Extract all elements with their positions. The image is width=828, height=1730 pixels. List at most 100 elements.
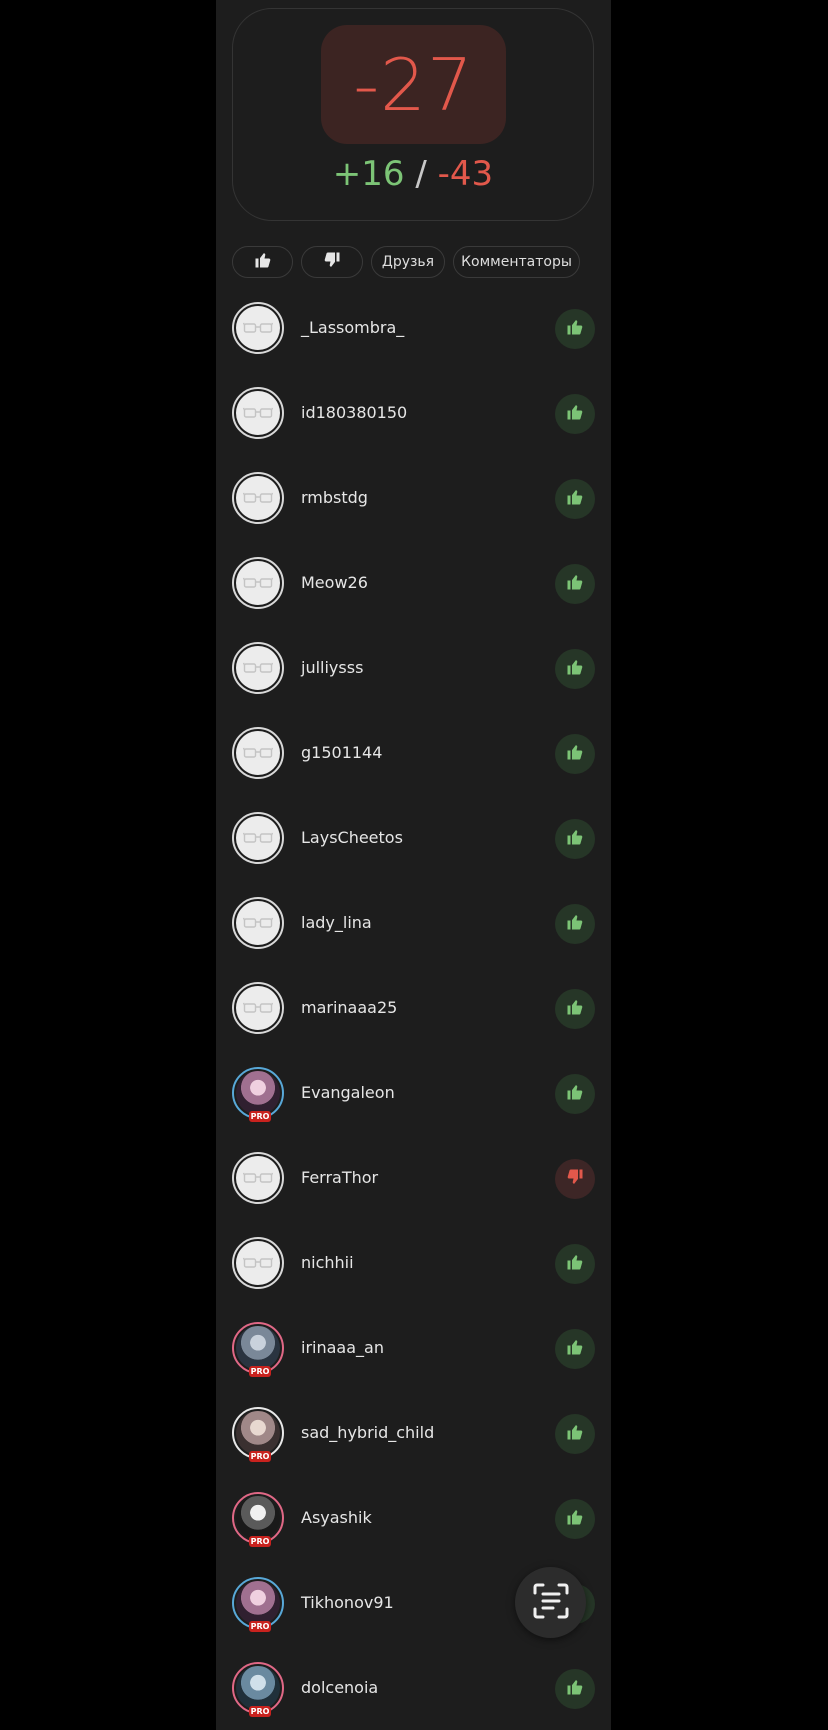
user-photo (236, 1411, 280, 1455)
pro-badge: PRO (249, 1536, 271, 1547)
voter-row[interactable]: rmbstdg (216, 460, 611, 545)
thumb-down-icon (566, 1168, 584, 1190)
avatar[interactable] (232, 812, 284, 864)
filter-commenters-chip[interactable]: Комментаторы (453, 246, 580, 278)
username[interactable]: g1501144 (301, 743, 382, 763)
user-photo (236, 1496, 280, 1540)
score-plus: +16 (332, 154, 405, 194)
vote-up-indicator (555, 479, 595, 519)
voter-row[interactable]: _Lassombra_ (216, 290, 611, 375)
username[interactable]: dolcenoia (301, 1678, 378, 1698)
voter-row[interactable]: g1501144 (216, 715, 611, 800)
voter-row[interactable]: PRO sad_hybrid_child (216, 1395, 611, 1480)
thumb-up-icon (566, 913, 584, 935)
user-photo (236, 1071, 280, 1115)
vote-up-indicator (555, 649, 595, 689)
username[interactable]: rmbstdg (301, 488, 368, 508)
username[interactable]: irinaaa_an (301, 1338, 384, 1358)
voter-row[interactable]: PRO Asyashik (216, 1480, 611, 1565)
username[interactable]: FerraThor (301, 1168, 378, 1188)
score-card: -27 +16 / -43 (232, 8, 594, 221)
username[interactable]: Meow26 (301, 573, 368, 593)
voter-row[interactable]: marinaaa25 (216, 970, 611, 1055)
default-avatar-glasses-icon (236, 306, 280, 350)
thumb-up-icon (566, 998, 584, 1020)
username[interactable]: LaysCheetos (301, 828, 403, 848)
filter-friends-chip[interactable]: Друзья (371, 246, 445, 278)
vote-up-indicator (555, 1499, 595, 1539)
username[interactable]: sad_hybrid_child (301, 1423, 434, 1443)
vote-up-indicator (555, 1669, 595, 1709)
username[interactable]: lady_lina (301, 913, 372, 933)
user-photo (236, 1581, 280, 1625)
username[interactable]: marinaaa25 (301, 998, 397, 1018)
score-minus: -43 (437, 154, 494, 194)
vote-up-indicator (555, 819, 595, 859)
voter-row[interactable]: julliysss (216, 630, 611, 715)
pro-badge: PRO (249, 1111, 271, 1122)
default-avatar-glasses-icon (236, 986, 280, 1030)
score-breakdown: +16 / -43 (233, 157, 593, 191)
voter-row[interactable]: PRO dolcenoia (216, 1650, 611, 1730)
username[interactable]: nichhii (301, 1253, 354, 1273)
thumb-up-icon (566, 1423, 584, 1445)
default-avatar-glasses-icon (236, 646, 280, 690)
avatar[interactable] (232, 982, 284, 1034)
thumb-up-icon (566, 573, 584, 595)
thumb-up-icon (566, 1253, 584, 1275)
voter-row[interactable]: PRO Evangaleon (216, 1055, 611, 1140)
voter-row[interactable]: id180380150 (216, 375, 611, 460)
vote-up-indicator (555, 1414, 595, 1454)
pro-badge: PRO (249, 1621, 271, 1632)
pro-badge: PRO (249, 1451, 271, 1462)
avatar[interactable] (232, 387, 284, 439)
vote-up-indicator (555, 564, 595, 604)
thumb-up-icon (566, 1508, 584, 1530)
voter-row[interactable]: PRO irinaaa_an (216, 1310, 611, 1395)
filter-dislikes-chip[interactable] (301, 246, 363, 278)
avatar[interactable]: PRO (232, 1492, 284, 1547)
text-scan-button[interactable] (515, 1567, 586, 1638)
avatar[interactable] (232, 727, 284, 779)
vote-down-indicator (555, 1159, 595, 1199)
username[interactable]: Asyashik (301, 1508, 372, 1528)
default-avatar-glasses-icon (236, 816, 280, 860)
vote-up-indicator (555, 394, 595, 434)
filter-likes-chip[interactable] (232, 246, 293, 278)
voter-row[interactable]: FerraThor (216, 1140, 611, 1225)
pro-badge: PRO (249, 1706, 271, 1717)
avatar[interactable]: PRO (232, 1067, 284, 1122)
avatar[interactable] (232, 1152, 284, 1204)
default-avatar-glasses-icon (236, 1241, 280, 1285)
avatar[interactable]: PRO (232, 1322, 284, 1377)
username[interactable]: Tikhonov91 (301, 1593, 394, 1613)
user-photo (236, 1326, 280, 1370)
avatar[interactable] (232, 897, 284, 949)
username[interactable]: id180380150 (301, 403, 407, 423)
username[interactable]: julliysss (301, 658, 363, 678)
voter-row[interactable]: LaysCheetos (216, 800, 611, 885)
thumb-up-icon (254, 251, 272, 273)
default-avatar-glasses-icon (236, 901, 280, 945)
user-photo (236, 1666, 280, 1710)
vote-up-indicator (555, 1244, 595, 1284)
votes-panel: -27 +16 / -43 Друзья Комментаторы _Lasso… (216, 0, 611, 1730)
username[interactable]: Evangaleon (301, 1083, 395, 1103)
avatar[interactable]: PRO (232, 1407, 284, 1462)
avatar[interactable] (232, 302, 284, 354)
username[interactable]: _Lassombra_ (301, 318, 404, 338)
avatar[interactable] (232, 642, 284, 694)
pro-badge: PRO (249, 1366, 271, 1377)
voter-row[interactable]: Meow26 (216, 545, 611, 630)
vote-up-indicator (555, 904, 595, 944)
avatar[interactable] (232, 472, 284, 524)
vote-up-indicator (555, 989, 595, 1029)
voter-row[interactable]: lady_lina (216, 885, 611, 970)
default-avatar-glasses-icon (236, 1156, 280, 1200)
avatar[interactable]: PRO (232, 1577, 284, 1632)
voter-row[interactable]: nichhii (216, 1225, 611, 1310)
avatar[interactable] (232, 557, 284, 609)
avatar[interactable]: PRO (232, 1662, 284, 1717)
thumb-down-icon (323, 251, 341, 273)
avatar[interactable] (232, 1237, 284, 1289)
